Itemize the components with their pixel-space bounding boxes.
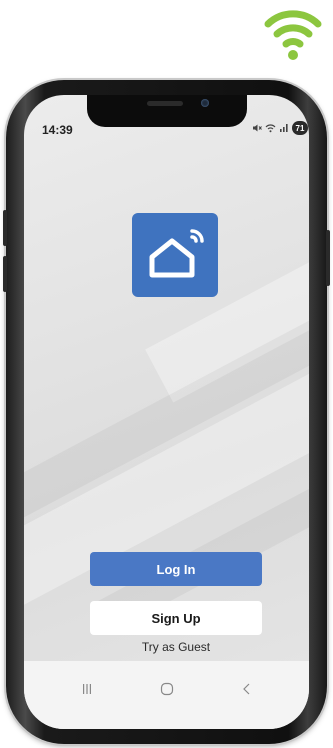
battery-icon: 71 [292,121,308,135]
status-icons: 71 [252,121,308,135]
home-button[interactable] [152,679,182,699]
back-button[interactable] [232,679,262,699]
navigation-bar [24,661,309,729]
speaker [147,101,183,106]
try-as-guest-link[interactable]: Try as Guest [90,640,262,654]
wifi-badge-icon [264,10,322,60]
volume-button [3,256,7,292]
front-camera [201,99,209,107]
back-icon [243,683,250,695]
canvas: 14:39 71 Log In Sign Up Try as Guest [0,0,333,748]
status-time: 14:39 [42,123,73,137]
phone-frame: 14:39 71 Log In Sign Up Try as Guest [3,80,330,744]
mute-icon [253,124,262,132]
power-button [326,230,330,286]
recents-button[interactable] [72,679,102,699]
signal-icon [280,124,288,132]
wifi-icon [265,124,276,133]
phone-screen: 14:39 71 Log In Sign Up Try as Guest [24,95,309,729]
signup-button[interactable]: Sign Up [90,601,262,635]
notch [87,95,247,127]
app-logo [132,213,218,297]
login-button[interactable]: Log In [90,552,262,586]
smart-home-icon [149,229,204,278]
recents-icon [83,684,91,694]
volume-button [3,210,7,246]
home-icon [160,682,174,696]
